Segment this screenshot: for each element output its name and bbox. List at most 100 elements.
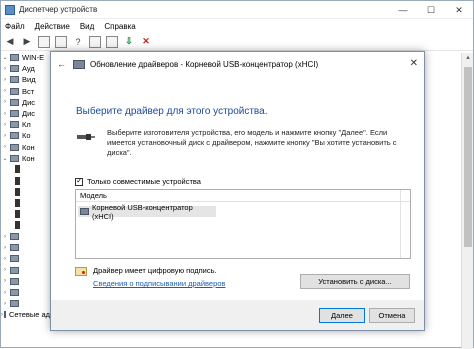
chevron-right-icon[interactable]: › [1, 234, 9, 240]
dialog-title: Обновление драйверов - Корневой USB-конц… [90, 59, 319, 69]
chevron-down-icon[interactable]: ⌄ [1, 155, 9, 162]
dialog-header: ← Обновление драйверов - Корневой USB-ко… [51, 52, 424, 76]
tree-scrollbar[interactable]: ▲ [461, 53, 473, 349]
chevron-right-icon[interactable]: › [1, 122, 9, 128]
network-adapter-icon [4, 311, 6, 319]
certificate-icon [75, 267, 87, 276]
chevron-right-icon[interactable]: › [1, 301, 9, 307]
usb-plug-icon [15, 176, 20, 185]
tree-label: Вст [22, 86, 35, 96]
usb-controller-icon [10, 154, 19, 162]
chevron-right-icon[interactable]: › [1, 256, 9, 262]
chevron-right-icon[interactable]: › [1, 133, 9, 139]
device-category-icon [10, 233, 19, 241]
usb-plug-icon [15, 210, 20, 219]
menu-view[interactable]: Вид [80, 22, 94, 31]
tree-label: Ко [22, 131, 31, 141]
install-from-disk-button[interactable]: Установить с диска... [300, 274, 410, 289]
menu-file[interactable]: Файл [5, 22, 25, 31]
menu-bar: Файл Действие Вид Справка [1, 19, 473, 33]
help-icon[interactable]: ? [72, 36, 84, 48]
tree-label: Вид [22, 75, 36, 85]
menu-action[interactable]: Действие [35, 22, 70, 31]
usb-plug-icon [15, 221, 20, 230]
device-category-icon [10, 289, 19, 297]
device-category-icon [10, 244, 19, 252]
chevron-right-icon[interactable]: › [1, 77, 9, 83]
tree-label: Кон [22, 142, 35, 152]
close-icon[interactable]: ✕ [410, 58, 418, 69]
enable-device-icon[interactable]: ⇩ [123, 36, 135, 48]
tree-label: WIN-E [22, 53, 45, 63]
device-manager-app-icon [5, 4, 15, 15]
chevron-right-icon[interactable]: › [1, 88, 9, 94]
maximize-button[interactable]: ☐ [417, 1, 445, 19]
chevron-right-icon[interactable]: › [1, 66, 9, 72]
scroll-up-icon[interactable]: ▲ [462, 55, 474, 61]
tree-label: Дис [22, 109, 36, 119]
device-category-icon [10, 143, 19, 151]
tree-label: Дис [22, 97, 36, 107]
scrollbar-thumb[interactable] [464, 67, 472, 247]
compatible-only-checkbox[interactable]: Только совместимые устройства [75, 176, 201, 186]
signed-text: Драйвер имеет цифровую подпись. [93, 266, 217, 275]
list-header-model: Модель [76, 190, 410, 202]
chevron-right-icon[interactable]: › [1, 267, 9, 273]
device-category-icon [10, 110, 19, 118]
list-item[interactable]: Корневой USB-концентратор (xHCI) [78, 203, 216, 221]
back-arrow-icon[interactable]: ← [57, 59, 69, 69]
tree-label: Ауд [22, 64, 35, 74]
device-category-icon [10, 65, 19, 73]
next-button[interactable]: Далее [319, 308, 365, 323]
minimize-button[interactable]: — [389, 1, 417, 19]
forward-arrow-icon[interactable]: ▶ [21, 36, 33, 48]
device-category-icon [10, 132, 19, 140]
usb-plug-icon [15, 165, 20, 174]
dialog-description: Выберите изготовителя устройства, его мо… [107, 128, 397, 157]
chevron-right-icon[interactable]: › [1, 111, 9, 117]
device-category-icon [10, 121, 19, 129]
usb-plug-icon [15, 187, 20, 196]
device-category-icon [10, 98, 19, 106]
chevron-right-icon[interactable]: › [1, 144, 9, 150]
chevron-right-icon[interactable]: › [1, 312, 3, 318]
device-category-icon [10, 266, 19, 274]
update-driver-icon[interactable] [89, 35, 101, 48]
chevron-right-icon[interactable]: › [1, 278, 9, 284]
chevron-right-icon[interactable]: › [1, 99, 9, 105]
device-category-icon [10, 87, 19, 95]
device-category-icon [10, 300, 19, 308]
list-scrollbar[interactable] [400, 190, 410, 258]
cancel-button[interactable]: Отмена [369, 308, 415, 323]
scan-hardware-icon[interactable] [106, 35, 118, 48]
usb-hub-icon [80, 208, 89, 215]
update-drivers-dialog: ← Обновление драйверов - Корневой USB-ко… [50, 51, 425, 331]
show-hide-console-tree-icon[interactable] [38, 35, 50, 48]
menu-help[interactable]: Справка [104, 22, 135, 31]
tree-label: Кл [22, 120, 31, 130]
driver-signing-link[interactable]: Сведения о подписывании драйверов [93, 279, 225, 288]
checkbox-checked-icon[interactable] [75, 176, 83, 186]
dialog-heading: Выберите драйвер для этого устройства. [76, 106, 268, 117]
chevron-right-icon[interactable]: › [1, 290, 9, 296]
device-category-icon [10, 255, 19, 263]
close-window-button[interactable]: ✕ [445, 1, 473, 19]
chevron-right-icon[interactable]: › [1, 245, 9, 251]
properties-icon[interactable] [55, 35, 67, 48]
computer-icon [10, 54, 19, 62]
window-title: Диспетчер устройств [19, 5, 98, 14]
toolbar: ◀ ▶ ? ⇩ ✕ [1, 33, 473, 51]
compat-label: Только совместимые устройства [87, 177, 201, 186]
window-controls: — ☐ ✕ [389, 1, 473, 19]
hardware-plug-icon [77, 134, 95, 140]
back-arrow-icon[interactable]: ◀ [4, 36, 16, 48]
uninstall-device-icon[interactable]: ✕ [140, 36, 152, 48]
chevron-down-icon[interactable]: ⌄ [1, 54, 9, 61]
device-category-icon [10, 277, 19, 285]
device-category-icon [10, 76, 19, 84]
usb-hub-icon [73, 59, 85, 69]
tree-label: Кон [22, 153, 35, 163]
list-item-label: Корневой USB-концентратор (xHCI) [91, 202, 193, 221]
usb-plug-icon [15, 199, 20, 208]
model-listbox[interactable]: Модель Корневой USB-концентратор (xHCI) [75, 189, 411, 259]
